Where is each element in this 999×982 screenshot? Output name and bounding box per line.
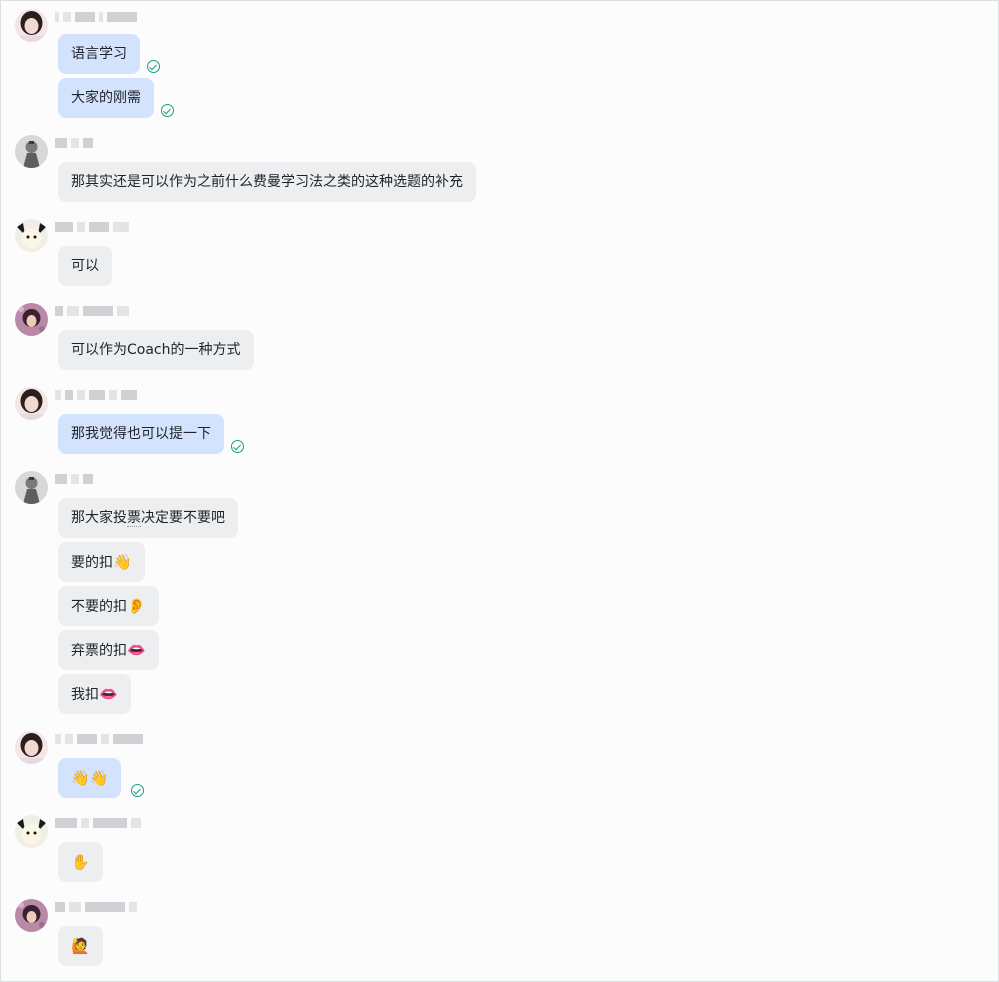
message-bubble[interactable]: 语言学习 bbox=[58, 34, 140, 74]
message-bubble[interactable]: 弃票的扣👄 bbox=[58, 630, 159, 670]
message-text: 决定要不要吧 bbox=[141, 510, 225, 526]
message-text: 弃票的扣 bbox=[71, 643, 127, 659]
message-bubble[interactable]: 那其实还是可以作为之前什么费曼学习法之类的这种选题的补充 bbox=[58, 162, 476, 202]
ear-icon: 👂 bbox=[127, 597, 146, 615]
chat-window: 语言学习 大家的刚需 那其实还是可以作为之前什么费曼学习法之类的这种选题的补充 … bbox=[0, 0, 999, 982]
sender-name bbox=[55, 305, 129, 317]
message-bubble[interactable]: 不要的扣👂 bbox=[58, 586, 159, 626]
sender-name bbox=[55, 733, 143, 745]
sender-name bbox=[55, 901, 137, 913]
keyword-link[interactable]: 票 bbox=[127, 510, 141, 527]
message-text: 不要的扣 bbox=[71, 599, 127, 615]
message-bubble[interactable]: 👋👋 bbox=[58, 758, 122, 798]
message-bubble[interactable]: 🙋 bbox=[58, 926, 103, 966]
message-bubble[interactable]: 那我觉得也可以提一下 bbox=[58, 414, 224, 454]
sender-name bbox=[55, 137, 93, 149]
avatar[interactable] bbox=[15, 471, 48, 504]
sender-name bbox=[55, 473, 93, 485]
message-bubble[interactable]: 我扣👄 bbox=[58, 674, 131, 714]
lips-icon: 👄 bbox=[99, 685, 118, 703]
lips-icon: 👄 bbox=[127, 641, 146, 659]
check-circle-icon bbox=[231, 440, 244, 453]
waving-hand-icon: 👋 bbox=[113, 553, 132, 571]
message-text: 要的扣 bbox=[71, 555, 113, 571]
avatar[interactable] bbox=[15, 815, 48, 848]
avatar[interactable] bbox=[15, 303, 48, 336]
avatar[interactable] bbox=[15, 219, 48, 252]
sender-name bbox=[55, 11, 137, 23]
avatar[interactable] bbox=[15, 899, 48, 932]
avatar[interactable] bbox=[15, 387, 48, 420]
message-text: 那大家投 bbox=[71, 510, 127, 526]
sender-name bbox=[55, 817, 141, 829]
message-bubble[interactable]: 可以作为Coach的一种方式 bbox=[58, 330, 254, 370]
avatar[interactable] bbox=[15, 731, 48, 764]
message-bubble[interactable]: 可以 bbox=[58, 246, 112, 286]
sender-name bbox=[55, 221, 129, 233]
message-text: 我扣 bbox=[71, 687, 99, 703]
check-circle-icon bbox=[131, 784, 144, 797]
message-bubble[interactable]: ✋ bbox=[58, 842, 103, 882]
check-circle-icon bbox=[161, 104, 174, 117]
check-circle-icon bbox=[147, 60, 160, 73]
avatar[interactable] bbox=[15, 135, 48, 168]
sender-name bbox=[55, 389, 137, 401]
message-bubble[interactable]: 大家的刚需 bbox=[58, 78, 154, 118]
message-bubble[interactable]: 那大家投票决定要不要吧 bbox=[58, 498, 238, 538]
avatar[interactable] bbox=[15, 9, 48, 42]
message-bubble[interactable]: 要的扣👋 bbox=[58, 542, 145, 582]
